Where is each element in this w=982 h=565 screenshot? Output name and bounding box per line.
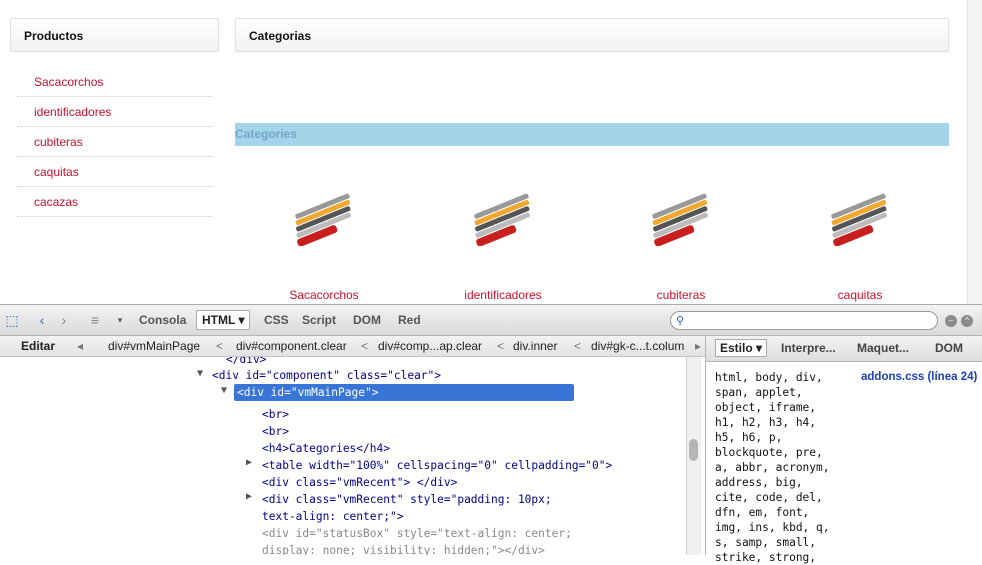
html-line[interactable]: <br> bbox=[262, 406, 289, 423]
tab-interpretado[interactable]: Interpre... bbox=[781, 341, 836, 355]
expand-triangle-icon[interactable]: ▶ bbox=[246, 457, 252, 468]
category-item[interactable]: cubiteras bbox=[621, 190, 741, 302]
search-input[interactable]: ⚲ bbox=[670, 311, 938, 330]
products-list: Sacacorchos identificadores cubiteras ca… bbox=[17, 67, 213, 217]
side-panel: Estilo ▾ Interpre... Maquet... DOM html,… bbox=[705, 336, 982, 564]
tab-red[interactable]: Red bbox=[398, 311, 421, 329]
tab-dom[interactable]: DOM bbox=[353, 311, 381, 329]
dropdown-arrow-icon: ▾ bbox=[756, 341, 763, 355]
tab-html-label: HTML bbox=[202, 313, 236, 327]
corkscrew-image[interactable] bbox=[820, 190, 900, 246]
categories-module-title: Categorias bbox=[235, 18, 949, 52]
product-link[interactable]: Sacacorchos bbox=[17, 67, 213, 97]
selected-html-line[interactable]: <div id="vmMainPage"> bbox=[234, 384, 574, 401]
category-item[interactable]: identificadores bbox=[443, 190, 563, 302]
detach-icon[interactable]: ^ bbox=[961, 315, 973, 327]
web-page: Productos Sacacorchos identificadores cu… bbox=[0, 0, 982, 304]
html-line[interactable]: <table width="100%" cellspacing="0" cell… bbox=[262, 457, 612, 474]
product-link[interactable]: cubiteras bbox=[17, 127, 213, 157]
breadcrumb-item[interactable]: div#gk-c...t.colum bbox=[591, 339, 684, 353]
category-label[interactable]: Sacacorchos bbox=[264, 288, 384, 302]
category-item[interactable]: Sacacorchos bbox=[264, 190, 384, 302]
html-line[interactable]: <div class="vmRecent"> </div> bbox=[262, 474, 457, 491]
scroll-left-icon[interactable]: ◂ bbox=[77, 339, 83, 353]
css-source-link[interactable]: addons.css (línea 24) bbox=[861, 371, 977, 383]
breadcrumb-separator-icon: < bbox=[574, 339, 582, 353]
inspect-icon[interactable]: ⬚ bbox=[3, 311, 21, 329]
html-scrollbar[interactable] bbox=[686, 357, 701, 555]
category-label[interactable]: identificadores bbox=[443, 288, 563, 302]
breadcrumb-separator-icon: < bbox=[361, 339, 369, 353]
breadcrumb-item[interactable]: div#vmMainPage bbox=[108, 339, 200, 353]
firebug-toolbar: ⬚ ‹ › ≡ ▾ Consola HTML ▾ CSS Script DOM … bbox=[0, 305, 982, 336]
firebug-panel: ⬚ ‹ › ≡ ▾ Consola HTML ▾ CSS Script DOM … bbox=[0, 304, 982, 564]
scroll-right-icon[interactable]: ▸ bbox=[695, 339, 701, 353]
html-line[interactable]: <div class="vmRecent" style="padding: 10… bbox=[262, 491, 562, 525]
html-line[interactable]: <br> bbox=[262, 423, 289, 440]
tab-side-dom[interactable]: DOM bbox=[935, 341, 963, 355]
dropdown-arrow-icon: ▾ bbox=[238, 313, 245, 327]
corkscrew-image[interactable] bbox=[641, 190, 721, 246]
breadcrumb-item[interactable]: div#comp...ap.clear bbox=[378, 339, 482, 353]
tab-maquetacion[interactable]: Maquet... bbox=[857, 341, 909, 355]
css-selector-list: html, body, div, span, applet, object, i… bbox=[715, 371, 830, 564]
tab-estilo-label: Estilo bbox=[720, 341, 753, 355]
html-line[interactable]: <div id="component" class="clear"> bbox=[212, 367, 441, 384]
breadcrumb-item[interactable]: div#component.clear bbox=[236, 339, 347, 353]
html-tree: </div> ▼ <div id="component" class="clea… bbox=[0, 357, 686, 555]
tab-consola[interactable]: Consola bbox=[139, 311, 186, 329]
dropdown-arrow-icon[interactable]: ▾ bbox=[111, 311, 129, 329]
html-line[interactable]: <h4>Categories</h4> bbox=[262, 440, 390, 457]
product-link[interactable]: caquitas bbox=[17, 157, 213, 187]
side-tabs: Estilo ▾ Interpre... Maquet... DOM bbox=[706, 336, 982, 362]
product-link[interactable]: cacazas bbox=[17, 187, 213, 217]
edit-button[interactable]: Editar bbox=[21, 339, 55, 353]
products-module-title: Productos bbox=[10, 18, 219, 52]
scrollbar-thumb[interactable] bbox=[689, 439, 698, 461]
category-label[interactable]: cubiteras bbox=[621, 288, 741, 302]
html-line[interactable]: <div id="statusBox" style="text-align: c… bbox=[262, 525, 572, 555]
expand-triangle-icon[interactable]: ▶ bbox=[246, 491, 252, 502]
tab-css[interactable]: CSS bbox=[264, 311, 289, 329]
menu-lines-icon[interactable]: ≡ bbox=[86, 311, 104, 329]
breadcrumb-item[interactable]: div.inner bbox=[513, 339, 557, 353]
categories-heading: Categories bbox=[235, 123, 949, 146]
tab-script[interactable]: Script bbox=[302, 311, 336, 329]
minimize-icon[interactable]: – bbox=[945, 315, 957, 327]
expand-triangle-icon[interactable]: ▼ bbox=[221, 385, 227, 396]
back-arrow-icon[interactable]: ‹ bbox=[33, 311, 51, 329]
forward-arrow-icon[interactable]: › bbox=[55, 311, 73, 329]
corkscrew-image[interactable] bbox=[463, 190, 543, 246]
expand-triangle-icon[interactable]: ▼ bbox=[197, 368, 203, 379]
page-scrollbar[interactable] bbox=[967, 0, 982, 304]
product-link[interactable]: identificadores bbox=[17, 97, 213, 127]
category-item[interactable]: caquitas bbox=[800, 190, 920, 302]
corkscrew-image[interactable] bbox=[284, 190, 364, 246]
search-icon: ⚲ bbox=[676, 315, 685, 327]
breadcrumb-separator-icon: < bbox=[497, 339, 505, 353]
category-label[interactable]: caquitas bbox=[800, 288, 920, 302]
breadcrumb: Editar ◂ div#vmMainPage < div#component.… bbox=[0, 336, 705, 357]
tab-estilo[interactable]: Estilo ▾ bbox=[715, 339, 768, 357]
tab-html[interactable]: HTML ▾ bbox=[196, 310, 251, 330]
breadcrumb-separator-icon: < bbox=[216, 339, 224, 353]
